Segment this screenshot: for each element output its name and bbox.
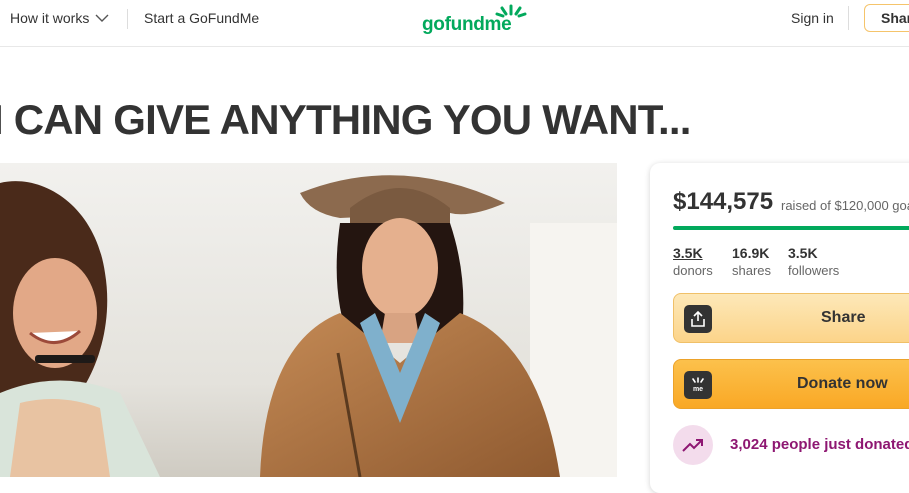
how-it-works-menu[interactable]: How it works bbox=[10, 10, 109, 26]
progress-bar-fill bbox=[673, 226, 909, 230]
logo-sprout-icon bbox=[495, 4, 527, 18]
progress-bar bbox=[673, 226, 909, 230]
share-button-label: Share bbox=[821, 309, 866, 326]
stat-value: 3.5K bbox=[788, 245, 818, 261]
top-navigation: How it works Start a GoFundMe gofundme S… bbox=[0, 0, 909, 47]
trending-up-icon bbox=[673, 425, 713, 465]
how-it-works-label: How it works bbox=[10, 10, 90, 26]
nav-divider-right bbox=[848, 6, 849, 30]
stat-shares: 16.9K shares bbox=[732, 245, 771, 278]
stat-label: donors bbox=[673, 263, 713, 278]
sign-in-link[interactable]: Sign in bbox=[791, 10, 834, 26]
donate-now-button[interactable]: me Donate now bbox=[673, 359, 909, 409]
stat-label: followers bbox=[788, 263, 840, 278]
stat-donors[interactable]: 3.5K donors bbox=[673, 245, 713, 278]
campaign-photo bbox=[0, 163, 617, 477]
stat-label: shares bbox=[732, 263, 772, 278]
donate-button-label: Donate now bbox=[797, 375, 888, 392]
stat-value: 3.5K bbox=[673, 245, 703, 261]
raised-amount: $144,575 bbox=[673, 188, 774, 215]
chevron-down-icon bbox=[95, 14, 109, 22]
header-share-button[interactable]: Share bbox=[864, 4, 909, 32]
donation-card: $144,575 raised of $120,000 goal 3.5K do… bbox=[650, 163, 909, 493]
stat-followers: 3.5K followers bbox=[788, 245, 839, 278]
gofundme-logo[interactable]: gofundme bbox=[422, 2, 532, 38]
nav-divider bbox=[127, 9, 128, 29]
campaign-title: I CAN GIVE ANYTHING YOU WANT... bbox=[0, 96, 691, 143]
recent-donations[interactable]: 3,024 people just donated bbox=[673, 425, 909, 465]
recent-donations-text: 3,024 people just donated bbox=[730, 436, 909, 453]
start-gofundme-link[interactable]: Start a GoFundMe bbox=[144, 10, 259, 26]
stat-value: 16.9K bbox=[732, 245, 770, 261]
goal-text: raised of $120,000 goal bbox=[781, 198, 909, 213]
share-button[interactable]: Share bbox=[673, 293, 909, 343]
campaign-photo-image bbox=[0, 163, 617, 477]
